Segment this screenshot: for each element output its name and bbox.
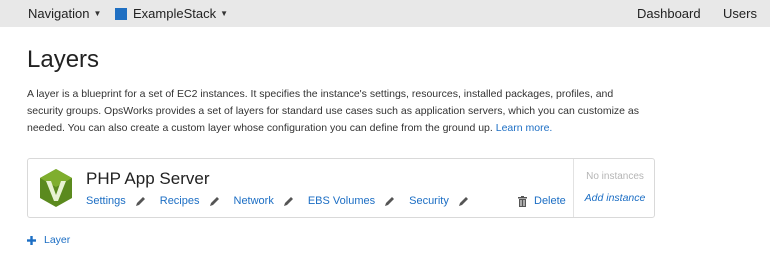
php-layer-logo-icon <box>40 169 72 207</box>
delete-label: Delete <box>534 195 566 207</box>
dashboard-link[interactable]: Dashboard <box>637 0 701 27</box>
delete-layer-button[interactable]: Delete <box>518 193 566 209</box>
stack-label: ExampleStack <box>133 6 217 21</box>
trash-icon <box>518 195 527 207</box>
layer-name: PHP App Server <box>86 169 210 188</box>
network-link[interactable]: Network <box>234 195 274 207</box>
navigation-label: Navigation <box>28 6 90 21</box>
add-layer-label: Layer <box>44 234 71 246</box>
pencil-icon[interactable] <box>135 196 146 207</box>
add-instance-link[interactable]: Add instance <box>574 192 656 204</box>
ebs-volumes-link[interactable]: EBS Volumes <box>308 195 375 207</box>
add-layer-button[interactable]: Layer <box>27 233 70 247</box>
caret-down-icon: ▼ <box>93 9 102 18</box>
plus-icon <box>27 235 36 245</box>
instances-panel: No instances Add instance <box>573 159 655 217</box>
top-navbar: Navigation ▼ ExampleStack ▼ Dashboard Us… <box>0 0 770 27</box>
caret-down-icon: ▼ <box>220 9 229 18</box>
recipes-link[interactable]: Recipes <box>160 195 200 207</box>
stack-dropdown[interactable]: ExampleStack ▼ <box>115 0 228 27</box>
pencil-icon[interactable] <box>283 196 294 207</box>
users-link[interactable]: Users <box>723 0 757 27</box>
page-title: Layers <box>27 46 100 73</box>
instances-status: No instances <box>586 171 644 182</box>
security-link[interactable]: Security <box>409 195 449 207</box>
pencil-icon[interactable] <box>458 196 469 207</box>
stack-color-icon <box>115 7 127 20</box>
settings-link[interactable]: Settings <box>86 195 126 207</box>
navigation-dropdown[interactable]: Navigation ▼ <box>28 0 101 27</box>
layer-card: PHP App Server Settings Recipes Network … <box>27 158 655 218</box>
learn-more-link[interactable]: Learn more. <box>496 122 553 134</box>
page-description: A layer is a blueprint for a set of EC2 … <box>27 86 647 137</box>
pencil-icon[interactable] <box>384 196 395 207</box>
pencil-icon[interactable] <box>209 196 220 207</box>
layer-actions: Settings Recipes Network EBS Volumes Sec… <box>86 193 483 209</box>
